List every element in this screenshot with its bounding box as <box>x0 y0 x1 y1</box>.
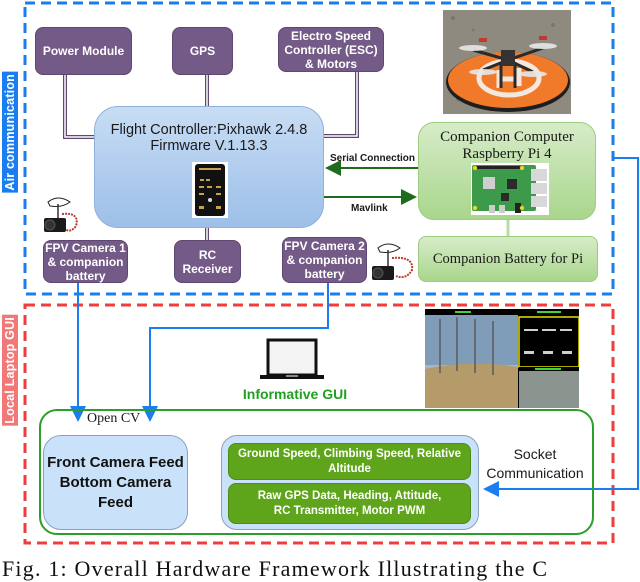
informative-gui-title: Informative GUI <box>242 386 348 402</box>
flight-controller-name: Flight Controller:Pixhawk 2.4.8 <box>110 122 308 138</box>
companion-computer-title: Companion Computer Raspberry Pi 4 <box>419 129 595 163</box>
gui-screenshot-image <box>425 309 579 408</box>
power-module-wire <box>63 75 95 139</box>
fpv-camera-2-label-line: FPV Camera 2 <box>284 239 365 253</box>
companion-battery-box: Companion Battery for Pi <box>418 236 598 282</box>
bottom-camera-feed-label: Bottom Camera <box>59 473 172 491</box>
socket-communication-label: Socket Communication <box>480 445 590 483</box>
fpv-camera-1-box: FPV Camera 1 & companion battery <box>43 240 128 283</box>
firmware-version: Firmware V.1.13.3 <box>150 138 268 154</box>
rc-receiver-box: RC Receiver <box>174 240 241 283</box>
socket-label-line: Socket <box>513 446 557 462</box>
companion-computer-name: Companion Computer <box>440 129 574 145</box>
pixhawk-board-image <box>192 162 228 218</box>
air-communication-tag: Air communication <box>2 72 18 193</box>
gps-heading-line: Raw GPS Data, Heading, Attitude, <box>257 489 442 502</box>
fpv-camera-1-image <box>40 194 90 236</box>
fpv-camera-2-box: FPV Camera 2 & companion battery <box>282 237 367 283</box>
drone-photo <box>443 10 571 114</box>
speed-altitude-line: Ground Speed, Climbing Speed, Relative <box>237 447 461 460</box>
fpv-camera-2-image <box>370 240 420 284</box>
fpv-camera-2-label-line: battery <box>304 267 345 281</box>
serial-connection-label: Serial Connection <box>330 153 416 164</box>
figure-caption: Fig. 1: Overall Hardware Framework Illus… <box>2 556 549 581</box>
companion-computer-box: Companion Computer Raspberry Pi 4 <box>418 122 596 220</box>
speed-altitude-line: Altitude <box>328 462 371 475</box>
rc-receiver-label-line: RC <box>198 247 217 262</box>
laptop-icon <box>260 337 324 383</box>
power-module-box: Power Module <box>35 27 132 75</box>
fpv-camera-1-label-line: FPV Camera 1 <box>45 240 126 255</box>
companion-battery-label: Companion Battery for Pi <box>432 250 584 267</box>
gps-box: GPS <box>172 27 233 75</box>
fpv-camera-1-label-line: battery <box>65 268 106 283</box>
gps-heading-item: Raw GPS Data, Heading, Attitude, RC Tran… <box>228 483 471 524</box>
gps-label: GPS <box>189 44 216 58</box>
opencv-label: Open CV <box>87 411 141 426</box>
flight-controller-box: Flight Controller:Pixhawk 2.4.8 Firmware… <box>94 106 324 228</box>
esc-label-line: & Motors <box>305 56 357 71</box>
drone-on-landing-pad-image <box>443 10 571 114</box>
esc-label-line: Electro Speed <box>290 28 372 43</box>
bottom-camera-feed-label-cont: Feed <box>97 493 133 511</box>
raspberry-pi-board-image <box>471 163 549 215</box>
raspberry-pi-model: Raspberry Pi 4 <box>462 146 552 162</box>
esc-label-line: Controller (ESC) <box>284 42 378 57</box>
fpv-camera-2-label-line: & companion <box>286 253 363 267</box>
front-camera-feed-label: Front Camera Feed <box>47 453 184 471</box>
power-module-label: Power Module <box>42 44 125 58</box>
esc-wire <box>323 72 359 138</box>
local-laptop-gui-tag: Local Laptop GUI <box>2 315 18 426</box>
mavlink-label: Mavlink <box>351 203 388 214</box>
flight-controller-title: Flight Controller:Pixhawk 2.4.8 Firmware… <box>95 122 323 154</box>
fpv-camera-1-label-line: & companion <box>47 254 124 269</box>
rc-receiver-label-line: Receiver <box>182 261 233 276</box>
esc-box: Electro Speed Controller (ESC) & Motors <box>278 27 384 72</box>
camera-feed-box: Front Camera Feed Bottom Camera Feed <box>43 435 188 530</box>
socket-label-line: Communication <box>486 465 584 481</box>
gps-heading-line: RC Transmitter, Motor PWM <box>273 504 426 517</box>
speed-altitude-item: Ground Speed, Climbing Speed, Relative A… <box>228 443 471 480</box>
